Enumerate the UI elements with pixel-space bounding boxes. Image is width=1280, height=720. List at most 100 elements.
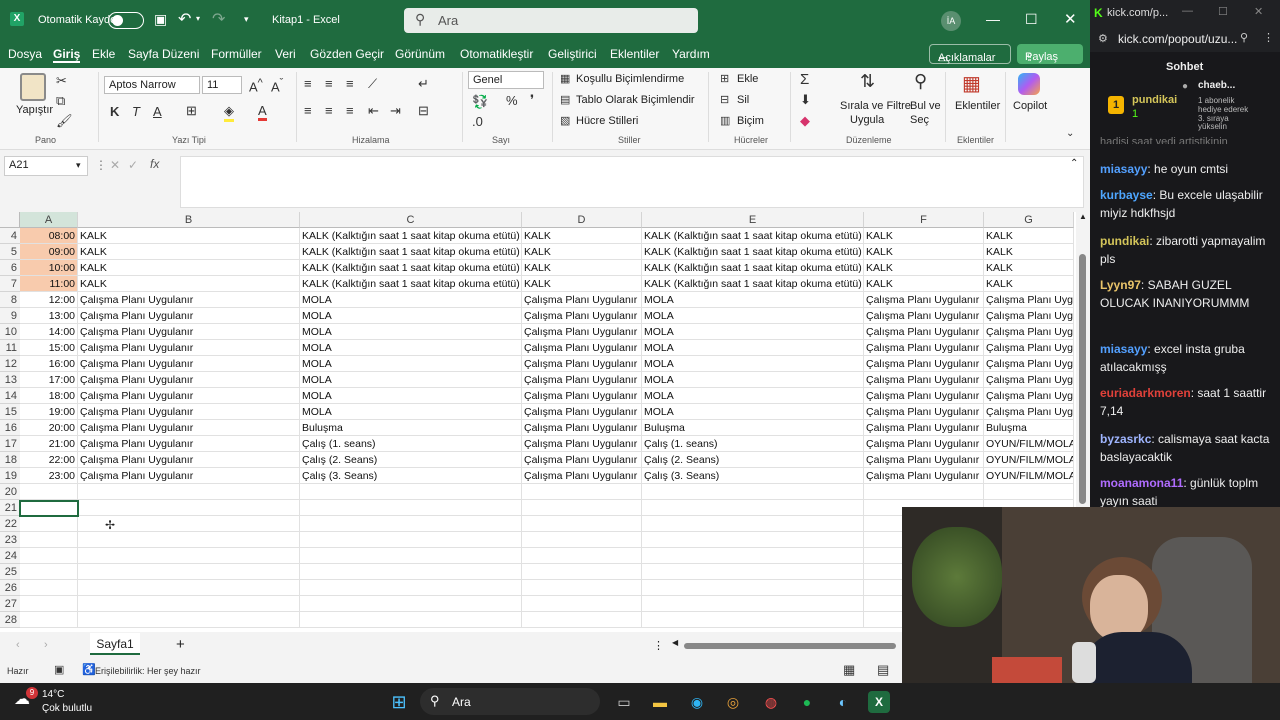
column-header-f[interactable]: F [864, 212, 984, 228]
cell-e25[interactable] [642, 564, 864, 580]
cell-g8[interactable]: Çalışma Planı Uyg [984, 292, 1074, 308]
cell-a18[interactable]: 22:00 [20, 452, 78, 468]
task-view-icon[interactable]: ▭ [613, 691, 635, 713]
format-painter-icon[interactable]: 🖌 [56, 113, 73, 129]
row-header[interactable]: 9 [0, 308, 20, 324]
paste-icon[interactable] [20, 73, 46, 101]
cell-a23[interactable] [20, 532, 78, 548]
cell-c13[interactable]: MOLA [300, 372, 522, 388]
cell-d23[interactable] [522, 532, 642, 548]
selected-cell-outline[interactable] [19, 500, 79, 517]
cell-a28[interactable] [20, 612, 78, 628]
cell-d11[interactable]: Çalışma Planı Uygulanır [522, 340, 642, 356]
cell-c15[interactable]: MOLA [300, 404, 522, 420]
delete-cells-button[interactable]: Sil [737, 94, 749, 106]
share-button[interactable]: ⇪ Paylaş [1017, 44, 1083, 64]
cell-b26[interactable] [78, 580, 300, 596]
cell-c5[interactable]: KALK (Kalktığın saat 1 saat kitap okuma … [300, 244, 522, 260]
cell-c16[interactable]: Buluşma [300, 420, 522, 436]
spotify-icon[interactable]: ● [796, 691, 818, 713]
cell-g19[interactable]: OYUN/FILM/MOLA [984, 468, 1074, 484]
add-sheet-icon[interactable]: + [176, 636, 185, 653]
menu-home[interactable]: Giriş [53, 47, 81, 63]
cell-f20[interactable] [864, 484, 984, 500]
cell-d17[interactable]: Çalışma Planı Uygulanır [522, 436, 642, 452]
normal-view-icon[interactable]: ▦ [843, 662, 855, 678]
cell-c11[interactable]: MOLA [300, 340, 522, 356]
cell-b8[interactable]: Çalışma Planı Uygulanır [78, 292, 300, 308]
search-box[interactable]: ⚲ Ara [404, 8, 698, 33]
cell-f19[interactable]: Çalışma Planı Uygulanır [864, 468, 984, 484]
cell-f11[interactable]: Çalışma Planı Uygulanır [864, 340, 984, 356]
cell-f14[interactable]: Çalışma Planı Uygulanır [864, 388, 984, 404]
cell-e13[interactable]: MOLA [642, 372, 864, 388]
customize-qat-icon[interactable]: ▾ [244, 14, 249, 25]
align-top-icon[interactable]: ≡ [304, 76, 312, 91]
cell-a25[interactable] [20, 564, 78, 580]
confirm-entry-icon[interactable]: ✓ [128, 158, 138, 172]
insert-function-icon[interactable]: fx [150, 157, 159, 171]
underline-icon[interactable]: A [153, 104, 162, 119]
cell-f5[interactable]: KALK [864, 244, 984, 260]
cancel-entry-icon[interactable]: ✕ [110, 158, 120, 172]
browser-maximize-icon[interactable]: ☐ [1218, 5, 1228, 18]
cell-b15[interactable]: Çalışma Planı Uygulanır [78, 404, 300, 420]
cell-b6[interactable]: KALK [78, 260, 300, 276]
increase-indent-icon[interactable]: ⇥ [390, 103, 401, 119]
bold-icon[interactable]: K [110, 104, 119, 119]
excel-taskbar-icon[interactable]: X [868, 691, 890, 713]
align-middle-icon[interactable]: ≡ [325, 76, 333, 91]
cell-d9[interactable]: Çalışma Planı Uygulanır [522, 308, 642, 324]
cell-c17[interactable]: Çalış (1. seans) [300, 436, 522, 452]
decrease-indent-icon[interactable]: ⇤ [368, 103, 379, 119]
sort-filter-label-2[interactable]: Uygula [850, 114, 884, 126]
row-header[interactable]: 27 [0, 596, 20, 612]
comma-icon[interactable]: ❜ [530, 92, 534, 108]
row-header[interactable]: 11 [0, 340, 20, 356]
menu-formulas[interactable]: Formüller [211, 47, 262, 61]
select-all-corner[interactable] [0, 212, 20, 228]
clear-icon[interactable]: ◆ [800, 113, 810, 129]
url-text[interactable]: kick.com/popout/uzu... [1118, 32, 1237, 46]
cell-c21[interactable] [300, 500, 522, 516]
cell-g10[interactable]: Çalışma Planı Uyg [984, 324, 1074, 340]
cell-e12[interactable]: MOLA [642, 356, 864, 372]
menu-view[interactable]: Görünüm [395, 47, 445, 61]
page-layout-view-icon[interactable]: ▤ [877, 662, 889, 678]
collapse-formula-bar-icon[interactable]: ⌃ [1070, 158, 1078, 169]
cell-e18[interactable]: Çalış (2. Seans) [642, 452, 864, 468]
cell-e11[interactable]: MOLA [642, 340, 864, 356]
cell-f4[interactable]: KALK [864, 228, 984, 244]
wrap-text-icon[interactable]: ↵ [418, 76, 429, 92]
row-header[interactable]: 10 [0, 324, 20, 340]
cell-a12[interactable]: 16:00 [20, 356, 78, 372]
save-icon[interactable]: ▣ [154, 11, 167, 28]
cell-g5[interactable]: KALK [984, 244, 1074, 260]
cell-c27[interactable] [300, 596, 522, 612]
cell-f15[interactable]: Çalışma Planı Uygulanır [864, 404, 984, 420]
cell-g17[interactable]: OYUN/FILM/MOLA [984, 436, 1074, 452]
cell-a26[interactable] [20, 580, 78, 596]
formula-input[interactable] [180, 156, 1084, 208]
cell-d19[interactable]: Çalışma Planı Uygulanır [522, 468, 642, 484]
cell-a17[interactable]: 21:00 [20, 436, 78, 452]
row-header[interactable]: 13 [0, 372, 20, 388]
cell-b12[interactable]: Çalışma Planı Uygulanır [78, 356, 300, 372]
autosum-icon[interactable]: Σ [800, 71, 809, 88]
scroll-thumb[interactable] [1079, 254, 1086, 504]
name-box-dropdown-icon[interactable]: ▾ [76, 160, 81, 171]
copilot-button[interactable]: Copilot [1013, 100, 1047, 112]
cell-d6[interactable]: KALK [522, 260, 642, 276]
close-icon[interactable]: ✕ [1064, 10, 1077, 28]
insert-cells-button[interactable]: Ekle [737, 73, 758, 85]
borders-icon[interactable]: ⊞ [186, 103, 197, 119]
cell-b4[interactable]: KALK [78, 228, 300, 244]
cell-e28[interactable] [642, 612, 864, 628]
cell-d16[interactable]: Çalışma Planı Uygulanır [522, 420, 642, 436]
more-options-icon[interactable]: ⋮ [95, 158, 107, 172]
cell-a20[interactable] [20, 484, 78, 500]
cell-a10[interactable]: 14:00 [20, 324, 78, 340]
cell-b9[interactable]: Çalışma Planı Uygulanır [78, 308, 300, 324]
sheet-tab-sayfa1[interactable]: Sayfa1 [90, 633, 140, 655]
cell-d21[interactable] [522, 500, 642, 516]
